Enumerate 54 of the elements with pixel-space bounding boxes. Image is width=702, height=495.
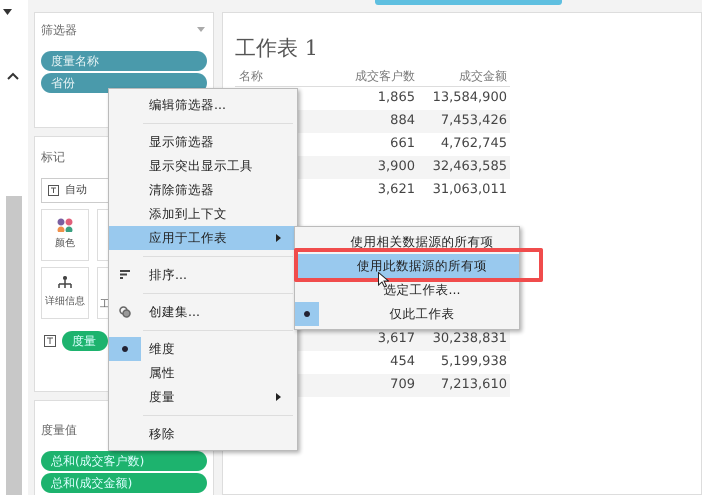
- submenu-arrow-icon: [276, 234, 281, 242]
- table-cell-text: 661: [389, 135, 415, 154]
- table-cell-text: 30,238,831: [432, 330, 507, 348]
- menu-item[interactable]: 度量: [109, 385, 297, 409]
- card-title: 度量值: [41, 422, 77, 439]
- table-cell-text: 454: [389, 353, 415, 372]
- table-cell-text: 1,865: [376, 89, 415, 108]
- toolbar-field[interactable]: [375, 0, 562, 5]
- hierarchy-icon: [57, 276, 73, 290]
- menu-item[interactable]: 排序...: [109, 263, 297, 287]
- table-cell-text: 7,213,610: [440, 376, 507, 394]
- table-cell-text: 31,063,011: [432, 181, 507, 200]
- submenu-arrow-icon: [276, 393, 281, 401]
- menu-item[interactable]: 清除筛选器: [109, 178, 297, 202]
- detail-button[interactable]: 详细信息: [41, 266, 89, 318]
- table-cell-text: 3,900: [376, 158, 415, 176]
- card-title: 标记: [41, 149, 65, 166]
- menu-item[interactable]: 创建集...: [109, 300, 297, 324]
- table-cell-text: 32,463,585: [432, 158, 507, 176]
- sort-icon: [120, 270, 130, 280]
- overlap-circles-icon: [119, 306, 131, 318]
- table-cell-text: 5,199,938: [440, 353, 507, 372]
- sheet-title: 工作表 1: [235, 35, 320, 62]
- menu-item[interactable]: 显示突出显示工具: [109, 154, 297, 178]
- selected-bullet-icon: [109, 337, 141, 361]
- table-cell-text: 7,453,426: [440, 112, 507, 130]
- text-box-icon: [44, 334, 56, 346]
- table-cell-text: 3,621: [376, 181, 415, 200]
- menu-item[interactable]: 编辑筛选器...: [109, 93, 297, 117]
- table-cell-text: 13,584,900: [432, 89, 507, 108]
- table-cell-text: 3,617: [376, 330, 415, 348]
- card-title: 筛选器: [41, 22, 77, 39]
- menu-item[interactable]: 添加到上下文: [109, 202, 297, 226]
- scrollbar[interactable]: [6, 196, 22, 495]
- table-cell-text: 4,762,745: [440, 135, 507, 154]
- scroll-up-icon[interactable]: [7, 72, 19, 80]
- menu-item[interactable]: 移除: [109, 422, 297, 446]
- menu-item[interactable]: 显示筛选器: [109, 130, 297, 154]
- menu-item[interactable]: 应用于工作表: [109, 226, 297, 250]
- dropdown-arrow-icon[interactable]: [3, 9, 12, 15]
- menu-item[interactable]: 使用此数据源的所有项: [295, 254, 519, 278]
- menu-item[interactable]: 属性: [109, 361, 297, 385]
- table-cell-text: 884: [389, 112, 415, 130]
- menu-item[interactable]: 仅此工作表: [295, 302, 519, 326]
- column-header: 成交金额: [458, 68, 507, 85]
- column-header: 名称: [238, 68, 264, 85]
- selected-bullet-icon: [295, 302, 319, 326]
- menu-item[interactable]: 维度: [109, 337, 297, 361]
- column-header: 成交客户数: [354, 68, 415, 85]
- dropdown-arrow-icon: [197, 27, 205, 32]
- text-box-icon: [48, 184, 59, 196]
- table-cell-text: 709: [389, 376, 415, 394]
- color-dots-icon: [57, 218, 73, 232]
- color-button[interactable]: 颜色: [41, 208, 89, 260]
